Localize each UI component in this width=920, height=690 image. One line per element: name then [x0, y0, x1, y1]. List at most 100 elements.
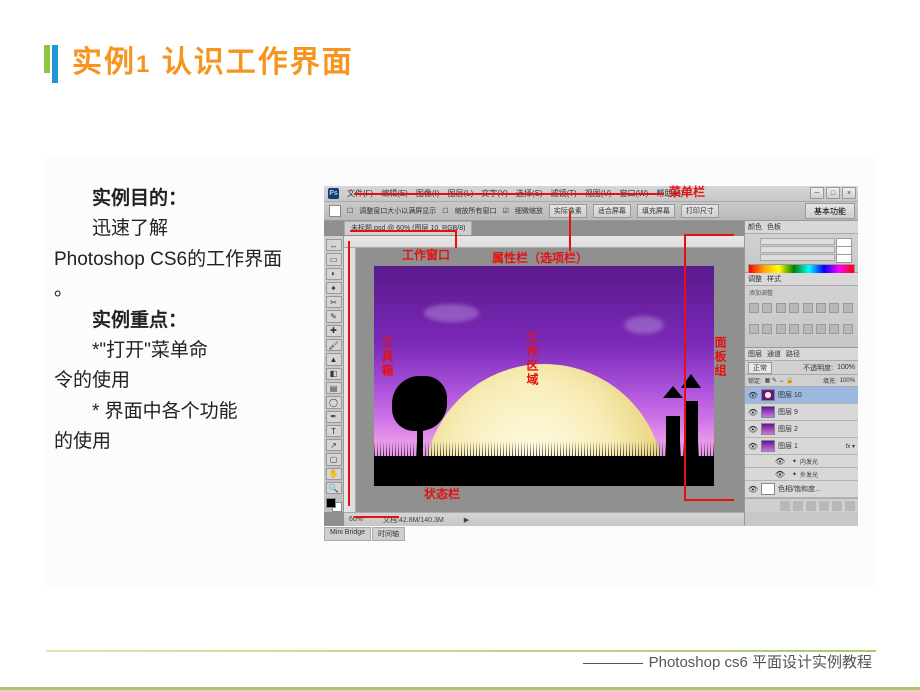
- layer-row[interactable]: 👁图层 2: [745, 421, 858, 438]
- annot-work-window: 工作窗口: [402, 246, 450, 263]
- layer-thumb: [761, 389, 775, 401]
- layer-eye[interactable]: 👁: [748, 407, 758, 417]
- minibridge-tab[interactable]: Mini Bridge: [324, 527, 371, 541]
- new-group-icon[interactable]: [819, 501, 829, 511]
- fg-bg-colors[interactable]: [326, 498, 342, 512]
- shape-tool-icon[interactable]: ▢: [326, 453, 342, 465]
- channels-tab[interactable]: 通道: [767, 349, 781, 359]
- btn-actual-pixels[interactable]: 实际像素: [549, 204, 587, 218]
- annot-status-bar: 状态栏: [424, 485, 460, 502]
- layer-eye[interactable]: 👁: [748, 390, 758, 400]
- adj-icon[interactable]: [803, 303, 813, 313]
- lasso-tool-icon[interactable]: ◐: [326, 268, 342, 280]
- layer-row[interactable]: 👁✦内发光: [745, 455, 858, 468]
- adj-icon[interactable]: [776, 303, 786, 313]
- adj-icon[interactable]: [843, 303, 853, 313]
- layers-tab[interactable]: 图层: [748, 349, 762, 359]
- zoom-tool-icon[interactable]: 🔍: [326, 482, 342, 494]
- btn-fit-screen[interactable]: 适合屏幕: [593, 204, 631, 218]
- adj-icon[interactable]: [829, 324, 839, 334]
- new-layer-icon[interactable]: [832, 501, 842, 511]
- timeline-tab[interactable]: 时间轴: [372, 527, 405, 541]
- opacity-value[interactable]: 100%: [837, 364, 855, 371]
- ps-toolbox: ↔ ▭ ◐ ✦ ✂ ✎ ✚ 🖌 ▲ ◧ ▤ ◯ ✒ T ↗ ▢ ✋ 🔍: [324, 236, 344, 512]
- blur-tool-icon[interactable]: ◯: [326, 396, 342, 408]
- layer-row[interactable]: 👁✦外发光: [745, 468, 858, 481]
- eraser-tool-icon[interactable]: ◧: [326, 368, 342, 380]
- layer-name: 图层 1: [778, 441, 798, 451]
- close-button[interactable]: ×: [842, 187, 856, 199]
- g-slider[interactable]: [760, 246, 835, 253]
- tool-preset-icon[interactable]: [329, 205, 341, 217]
- paths-tab[interactable]: 路径: [786, 349, 800, 359]
- document-tab[interactable]: 未标题.psd @ 60% (图层 10, RGB/8): [344, 221, 472, 235]
- adj-icon[interactable]: [829, 303, 839, 313]
- color-tab[interactable]: 颜色: [748, 222, 762, 232]
- adj-icon[interactable]: [776, 324, 786, 334]
- btn-fill-screen[interactable]: 填充屏幕: [637, 204, 675, 218]
- layer-eye[interactable]: 👁: [748, 441, 758, 451]
- type-tool-icon[interactable]: T: [326, 425, 342, 437]
- wand-tool-icon[interactable]: ✦: [326, 282, 342, 294]
- gradient-tool-icon[interactable]: ▤: [326, 382, 342, 394]
- maximize-button[interactable]: □: [826, 187, 840, 199]
- r-slider[interactable]: [760, 238, 835, 245]
- minimize-button[interactable]: ─: [810, 187, 824, 199]
- move-tool-icon[interactable]: ↔: [326, 239, 342, 251]
- opt-scrubby[interactable]: 细微缩放: [515, 206, 543, 216]
- objective-line1: 迅速了解: [54, 214, 284, 244]
- heal-tool-icon[interactable]: ✚: [326, 325, 342, 337]
- fg-color-swatch[interactable]: [326, 498, 336, 508]
- accent-green-bar: [44, 45, 50, 73]
- adj-icon[interactable]: [816, 303, 826, 313]
- layer-eye[interactable]: 👁: [775, 469, 785, 479]
- blend-mode-select[interactable]: 正常: [748, 362, 772, 374]
- adj-icon[interactable]: [749, 303, 759, 313]
- slide-title: 实例1 认识工作界面: [72, 37, 354, 81]
- opt-resize[interactable]: 调整窗口大小以满屏显示: [359, 206, 436, 216]
- layer-name: 色相/饱和度...: [778, 484, 821, 494]
- window-controls: ─ □ ×: [810, 187, 856, 199]
- layer-row[interactable]: 👁图层 9: [745, 404, 858, 421]
- marquee-tool-icon[interactable]: ▭: [326, 253, 342, 265]
- annot-menubar: 菜单栏: [669, 183, 705, 200]
- link-layers-icon[interactable]: [780, 501, 790, 511]
- adj-icon[interactable]: [789, 324, 799, 334]
- adj-icon[interactable]: [816, 324, 826, 334]
- adj-icon[interactable]: [762, 324, 772, 334]
- layer-thumb: [761, 406, 775, 418]
- stamp-tool-icon[interactable]: ▲: [326, 353, 342, 365]
- brush-tool-icon[interactable]: 🖌: [326, 339, 342, 351]
- layer-eye[interactable]: 👁: [775, 456, 785, 466]
- adj-icon[interactable]: [789, 303, 799, 313]
- layer-row[interactable]: 👁图层 1fx ▾: [745, 438, 858, 455]
- pen-tool-icon[interactable]: ✒: [326, 411, 342, 423]
- opt-zoom-all[interactable]: 缩放所有窗口: [455, 206, 497, 216]
- fill-value[interactable]: 100%: [840, 378, 855, 384]
- path-tool-icon[interactable]: ↗: [326, 439, 342, 451]
- adjust-hint: 添加调整: [745, 286, 858, 299]
- layer-eye[interactable]: 👁: [748, 424, 758, 434]
- adj-icon[interactable]: [762, 303, 772, 313]
- adj-icon[interactable]: [749, 324, 759, 334]
- btn-print-size[interactable]: 打印尺寸: [681, 204, 719, 218]
- workspace-switcher[interactable]: 基本功能: [805, 203, 855, 219]
- eyedropper-tool-icon[interactable]: ✎: [326, 310, 342, 322]
- b-slider[interactable]: [760, 254, 835, 261]
- layer-row[interactable]: 👁 色相/饱和度...: [745, 481, 858, 498]
- adj-icon[interactable]: [803, 324, 813, 334]
- swatches-tab[interactable]: 色板: [767, 222, 781, 232]
- objective-line2: Photoshop CS6的工作界面 。: [54, 245, 284, 306]
- document-canvas[interactable]: [374, 266, 714, 486]
- hand-tool-icon[interactable]: ✋: [326, 468, 342, 480]
- layer-mask-icon[interactable]: [806, 501, 816, 511]
- adj-icon[interactable]: [843, 324, 853, 334]
- adjustments-tab[interactable]: 调整: [748, 274, 762, 284]
- layer-eye[interactable]: 👁: [748, 484, 758, 494]
- layer-style-icon[interactable]: [793, 501, 803, 511]
- crop-tool-icon[interactable]: ✂: [326, 296, 342, 308]
- delete-layer-icon[interactable]: [845, 501, 855, 511]
- layers-panel: 图层 通道 路径 正常 不透明度: 100% 锁定: ▦ ✎ ↔ 🔒 填充: 1…: [745, 348, 858, 526]
- layer-row[interactable]: 👁图层 10: [745, 387, 858, 404]
- styles-tab[interactable]: 样式: [767, 274, 781, 284]
